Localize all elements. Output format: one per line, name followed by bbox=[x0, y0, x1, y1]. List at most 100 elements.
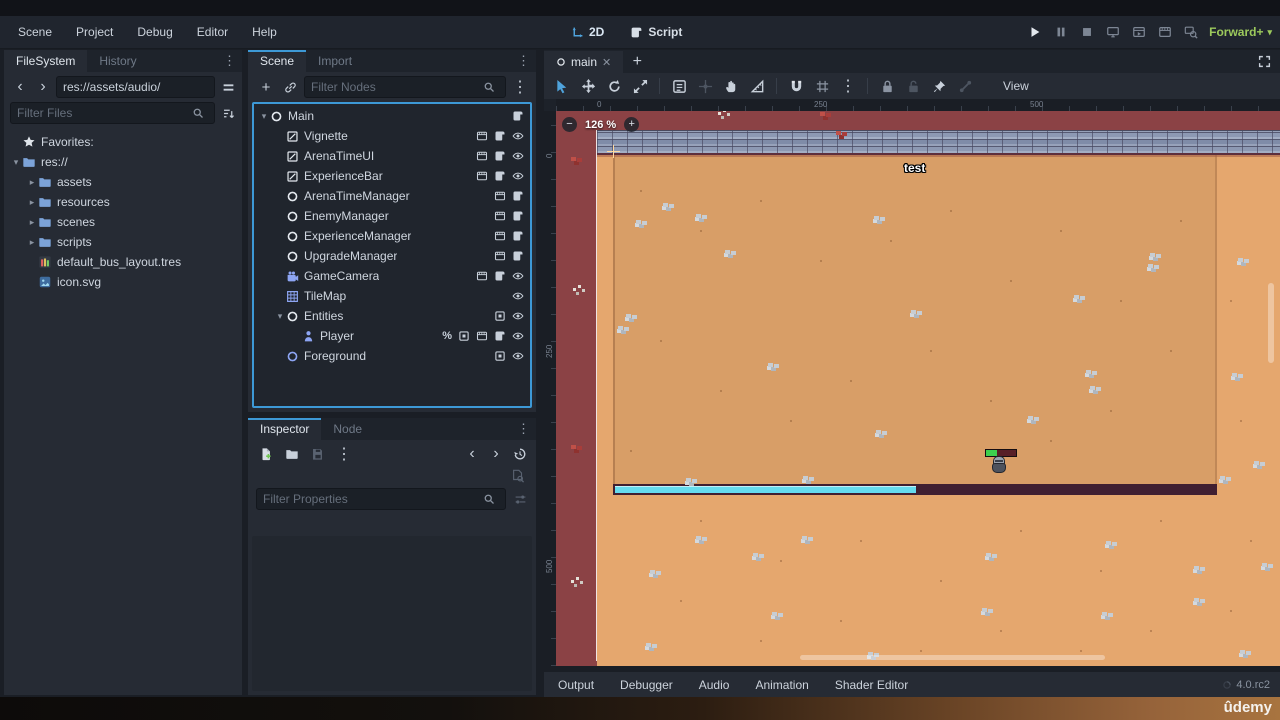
scene-node-upgrademanager[interactable]: UpgradeManager bbox=[256, 246, 528, 266]
scene-tabbar-options-icon[interactable]: ⋮ bbox=[517, 53, 536, 69]
renderer-dropdown[interactable]: Forward+ ▾ bbox=[1209, 25, 1272, 39]
scene-node-player[interactable]: Player% bbox=[256, 326, 528, 346]
snap-options-menu[interactable]: ⋮ bbox=[838, 76, 858, 96]
fs-item-icon-svg[interactable]: icon.svg bbox=[6, 272, 240, 292]
bottom-panel-animation[interactable]: Animation bbox=[755, 678, 808, 692]
split-mode-icon[interactable] bbox=[218, 77, 238, 97]
instanced-scene-icon[interactable] bbox=[494, 190, 506, 202]
lock-node-button[interactable] bbox=[877, 76, 897, 96]
visibility-icon[interactable] bbox=[512, 310, 524, 322]
path-input[interactable] bbox=[56, 76, 215, 98]
fs-item-assets[interactable]: ▸ assets bbox=[6, 172, 240, 192]
visibility-icon[interactable] bbox=[512, 130, 524, 142]
tab-main-scene[interactable]: main ✕ bbox=[544, 51, 624, 73]
scene-node-entities[interactable]: ▾ Entities bbox=[256, 306, 528, 326]
view-menu[interactable]: View bbox=[1003, 79, 1029, 93]
scene-node-arenatimemanager[interactable]: ArenaTimeManager bbox=[256, 186, 528, 206]
group-icon[interactable] bbox=[494, 350, 506, 362]
fs-item-scenes[interactable]: ▸ scenes bbox=[6, 212, 240, 232]
remote-debug-button[interactable] bbox=[1105, 24, 1121, 40]
script-icon[interactable] bbox=[494, 170, 506, 182]
instanced-scene-icon[interactable] bbox=[494, 250, 506, 262]
scene-node-enemymanager[interactable]: EnemyManager bbox=[256, 206, 528, 226]
scene-node-tilemap[interactable]: TileMap bbox=[256, 286, 528, 306]
script-icon[interactable] bbox=[512, 190, 524, 202]
inspector-tab-node[interactable]: Node bbox=[321, 418, 374, 440]
horizontal-scrollbar[interactable] bbox=[800, 655, 1105, 660]
zoom-out-button[interactable]: − bbox=[562, 117, 577, 132]
instanced-scene-icon[interactable] bbox=[494, 210, 506, 222]
script-icon[interactable] bbox=[494, 270, 506, 282]
scene-node-gamecamera[interactable]: GameCamera bbox=[256, 266, 528, 286]
workspace-tab-script[interactable]: Script bbox=[624, 23, 688, 41]
expand-viewport-icon[interactable] bbox=[1254, 52, 1274, 72]
play-scene-button[interactable] bbox=[1131, 24, 1147, 40]
sort-files-icon[interactable] bbox=[218, 103, 238, 123]
nav-forward-button[interactable]: › bbox=[33, 77, 53, 97]
filesystem-tab-filesystem[interactable]: FileSystem bbox=[4, 50, 88, 72]
ruler-mode-tool[interactable] bbox=[747, 76, 767, 96]
grid-snap-toggle[interactable] bbox=[812, 76, 832, 96]
scene-node-vignette[interactable]: Vignette bbox=[256, 126, 528, 146]
rotate-mode-tool[interactable] bbox=[604, 76, 624, 96]
filter-nodes-input[interactable] bbox=[311, 77, 479, 97]
menu-project[interactable]: Project bbox=[66, 22, 123, 42]
instanced-scene-icon[interactable] bbox=[476, 130, 488, 142]
instanced-scene-icon[interactable] bbox=[494, 230, 506, 242]
play-button[interactable] bbox=[1027, 24, 1043, 40]
instanced-scene-icon[interactable] bbox=[476, 150, 488, 162]
pan-mode-tool[interactable] bbox=[721, 76, 741, 96]
bottom-panel-output[interactable]: Output bbox=[558, 678, 594, 692]
show-selection-list-tool[interactable] bbox=[669, 76, 689, 96]
skeleton-options-button[interactable] bbox=[955, 76, 975, 96]
movie-maker-button[interactable] bbox=[1183, 24, 1199, 40]
scene-node-main[interactable]: ▾ Main bbox=[256, 106, 528, 126]
workspace-tab-2d[interactable]: 2D bbox=[565, 23, 610, 41]
filter-files-input[interactable] bbox=[17, 103, 188, 123]
filter-properties-input[interactable] bbox=[263, 489, 479, 509]
edit-history-button[interactable] bbox=[510, 444, 530, 464]
menu-scene[interactable]: Scene bbox=[8, 22, 62, 42]
new-scene-tab-button[interactable]: + bbox=[627, 52, 647, 72]
visibility-icon[interactable] bbox=[512, 330, 524, 342]
instance-scene-button[interactable] bbox=[280, 77, 300, 97]
resource-options-icon[interactable]: ⋮ bbox=[334, 444, 354, 464]
play-custom-scene-button[interactable] bbox=[1157, 24, 1173, 40]
group-node-button[interactable] bbox=[929, 76, 949, 96]
script-icon[interactable] bbox=[512, 110, 524, 122]
close-icon[interactable]: ✕ bbox=[602, 56, 611, 69]
fs-item-res-[interactable]: ▾ res:// bbox=[6, 152, 240, 172]
inspector-tabbar-options-icon[interactable]: ⋮ bbox=[517, 421, 536, 437]
visibility-icon[interactable] bbox=[512, 290, 524, 302]
viewport-canvas[interactable]: test − 126 % + bbox=[556, 111, 1280, 666]
script-icon[interactable] bbox=[512, 210, 524, 222]
group-icon[interactable] bbox=[458, 330, 470, 342]
nav-back-button[interactable]: ‹ bbox=[10, 77, 30, 97]
stop-button[interactable] bbox=[1079, 24, 1095, 40]
history-back-button[interactable]: ‹ bbox=[462, 444, 482, 464]
load-resource-button[interactable] bbox=[282, 444, 302, 464]
scene-node-experiencemanager[interactable]: ExperienceManager bbox=[256, 226, 528, 246]
menu-editor[interactable]: Editor bbox=[187, 22, 238, 42]
menu-debug[interactable]: Debug bbox=[127, 22, 182, 42]
open-docs-icon[interactable] bbox=[508, 466, 528, 486]
menu-help[interactable]: Help bbox=[242, 22, 287, 42]
visibility-icon[interactable] bbox=[512, 350, 524, 362]
visibility-icon[interactable] bbox=[512, 170, 524, 182]
fs-item-scripts[interactable]: ▸ scripts bbox=[6, 232, 240, 252]
scene-tab-import[interactable]: Import bbox=[306, 50, 364, 72]
vertical-scrollbar[interactable] bbox=[1268, 283, 1274, 363]
filesystem-tabbar-options-icon[interactable]: ⋮ bbox=[223, 53, 242, 69]
scene-unique-name-badge[interactable]: % bbox=[442, 330, 452, 342]
scene-node-foreground[interactable]: Foreground bbox=[256, 346, 528, 366]
scene-node-experiencebar[interactable]: ExperienceBar bbox=[256, 166, 528, 186]
property-tools-icon[interactable] bbox=[510, 489, 530, 509]
visibility-icon[interactable] bbox=[512, 270, 524, 282]
pause-button[interactable] bbox=[1053, 24, 1069, 40]
smart-snap-toggle[interactable] bbox=[786, 76, 806, 96]
add-node-button[interactable]: + bbox=[256, 77, 276, 97]
fs-item-favorites-[interactable]: Favorites: bbox=[6, 132, 240, 152]
fs-item-resources[interactable]: ▸ resources bbox=[6, 192, 240, 212]
script-icon[interactable] bbox=[512, 250, 524, 262]
instanced-scene-icon[interactable] bbox=[476, 330, 488, 342]
